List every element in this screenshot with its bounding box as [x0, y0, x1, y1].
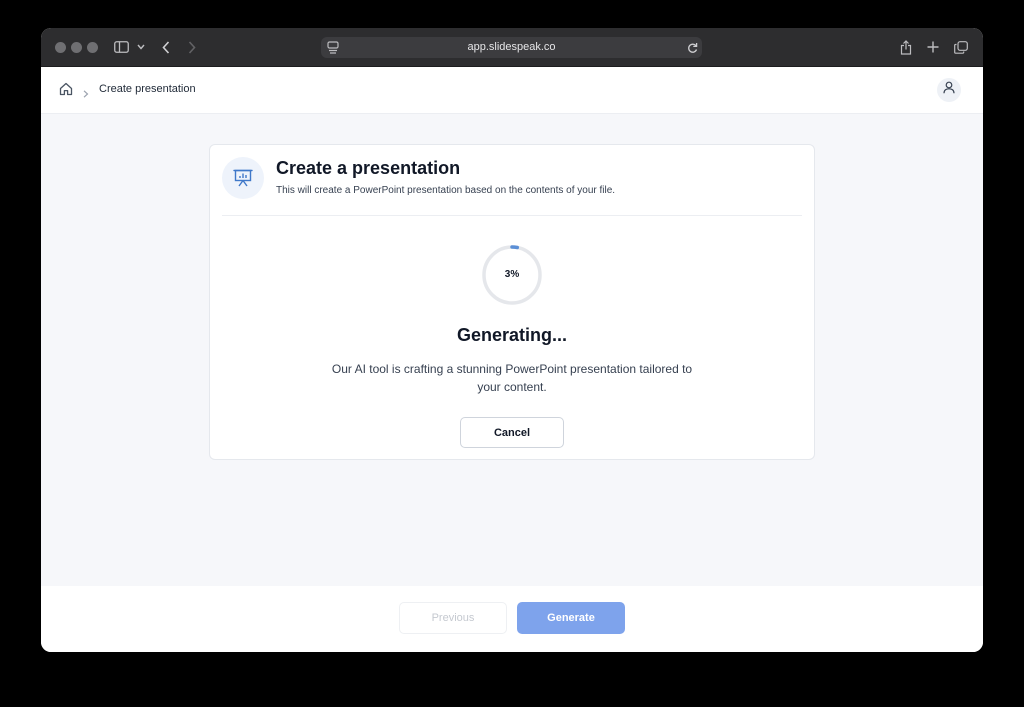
tab-overview-icon[interactable]: [953, 38, 969, 56]
card-title: Create a presentation: [276, 158, 461, 178]
browser-window: app.slidespeak.co Create presentation Cr…: [41, 28, 983, 652]
divider: [222, 215, 802, 216]
close-window-button[interactable]: [55, 42, 66, 53]
url-text[interactable]: app.slidespeak.co: [321, 41, 702, 53]
status-title: Generating...: [456, 325, 568, 345]
main-content: Create a presentation This will create a…: [41, 114, 983, 586]
share-icon[interactable]: [899, 38, 913, 56]
breadcrumb-current: Create presentation: [99, 83, 196, 95]
minimize-window-button[interactable]: [71, 42, 82, 53]
user-icon: [943, 81, 955, 99]
forward-arrow-icon[interactable]: [186, 38, 198, 56]
previous-button[interactable]: Previous: [399, 602, 507, 634]
home-icon[interactable]: [59, 82, 73, 101]
sidebar-toggle-icon[interactable]: [113, 38, 129, 56]
address-bar[interactable]: app.slidespeak.co: [321, 37, 702, 58]
create-presentation-card: Create a presentation This will create a…: [209, 144, 815, 460]
card-subtitle: This will create a PowerPoint presentati…: [276, 185, 616, 196]
status-description: Our AI tool is crafting a stunning Power…: [331, 362, 693, 394]
reload-icon[interactable]: [687, 41, 698, 59]
presentation-board-icon: [222, 157, 264, 199]
chevron-down-icon[interactable]: [136, 38, 146, 56]
back-arrow-icon[interactable]: [160, 38, 172, 56]
app-header: Create presentation: [41, 67, 983, 114]
progress-label: 3%: [504, 269, 520, 280]
zoom-window-button[interactable]: [87, 42, 98, 53]
footer-bar: Previous Generate: [41, 586, 983, 652]
browser-toolbar: app.slidespeak.co: [41, 28, 983, 67]
user-avatar-button[interactable]: [937, 78, 961, 102]
new-tab-icon[interactable]: [926, 38, 940, 56]
breadcrumb-separator-icon: [83, 85, 89, 103]
cancel-button[interactable]: Cancel: [460, 417, 564, 448]
generate-button[interactable]: Generate: [517, 602, 625, 634]
